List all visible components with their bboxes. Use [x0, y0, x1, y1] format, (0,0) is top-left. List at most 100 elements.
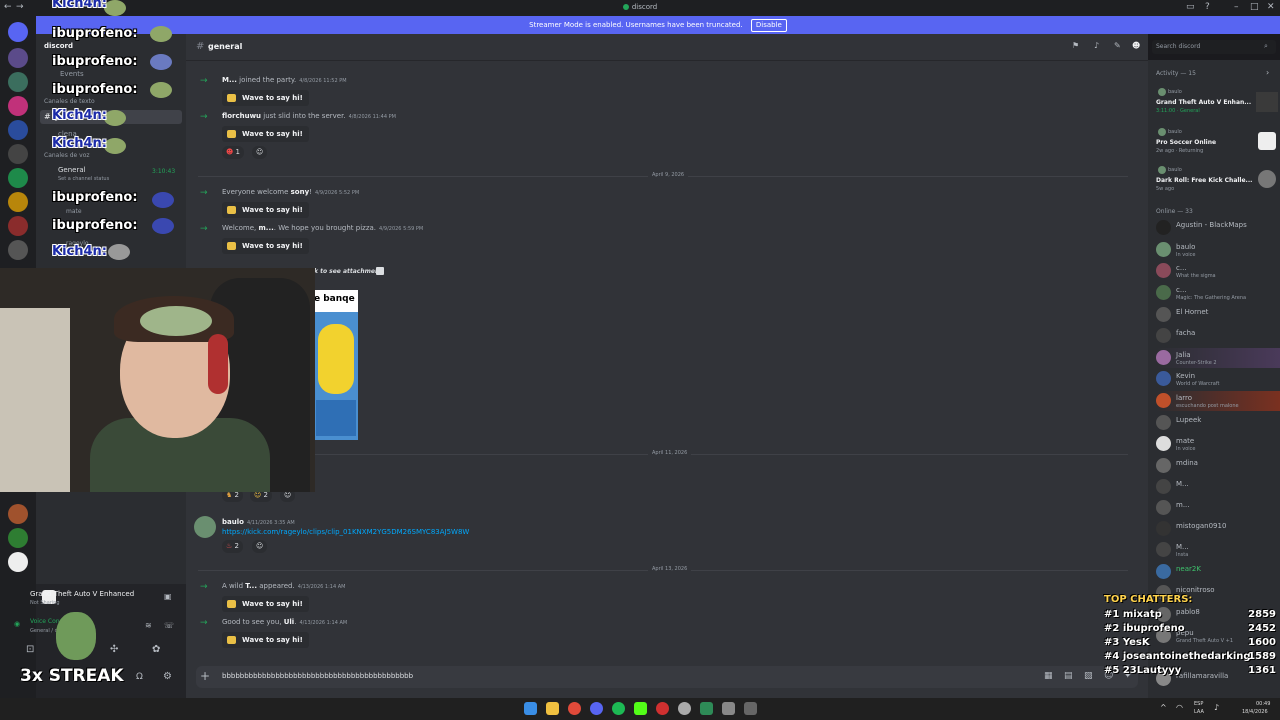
username[interactable]: T...	[245, 582, 257, 590]
camera-icon[interactable]: ⊡	[26, 644, 34, 655]
disconnect-icon[interactable]: ☏	[164, 621, 174, 630]
server-icon[interactable]	[8, 216, 28, 236]
activity-card[interactable]: baulo Grand Theft Auto V Enhan... 3:11:0…	[1156, 88, 1278, 122]
input-text[interactable]: bbbbbbbbbbbbbbbbbbbbbbbbbbbbbbbbbbbbbbbb…	[222, 672, 413, 680]
search-icon[interactable]: ⌕	[1264, 42, 1268, 51]
activities-icon[interactable]: ✣	[110, 644, 118, 655]
headphones-icon[interactable]: Ω	[136, 672, 143, 682]
search-input[interactable]: Search discord ⌕	[1152, 40, 1276, 54]
back-icon[interactable]: ←	[4, 2, 12, 12]
app-icon[interactable]	[678, 702, 691, 715]
sticker-icon[interactable]: ▧	[1084, 671, 1093, 681]
volume-icon[interactable]: ♪	[1214, 703, 1219, 712]
server-icon[interactable]	[8, 168, 28, 188]
chevron-up-icon[interactable]: ^	[1160, 703, 1167, 712]
close-icon[interactable]: ✕	[1267, 2, 1275, 12]
username[interactable]: m...	[258, 224, 273, 232]
member-row[interactable]: Agustin - BlackMaps	[1156, 218, 1280, 238]
wave-button[interactable]: Wave to say hi!	[222, 596, 309, 612]
member-list-icon[interactable]: ☻	[1132, 41, 1140, 50]
calculator-icon[interactable]	[722, 702, 735, 715]
server-icon[interactable]	[8, 72, 28, 92]
inbox-icon[interactable]: ▭	[1186, 2, 1195, 12]
spotify-icon[interactable]	[612, 702, 625, 715]
voice-channel-general[interactable]: General	[58, 166, 86, 174]
member-row[interactable]: Lupeek	[1156, 413, 1280, 433]
chrome-icon[interactable]	[568, 702, 581, 715]
obs-icon[interactable]	[656, 702, 669, 715]
maximize-icon[interactable]: □	[1250, 2, 1259, 12]
server-icon[interactable]	[8, 144, 28, 164]
disable-streamer-mode-button[interactable]: Disable	[750, 19, 787, 32]
wave-button[interactable]: Wave to say hi!	[222, 202, 309, 218]
file-explorer-icon[interactable]	[546, 702, 559, 715]
server-icon[interactable]	[8, 192, 28, 212]
member-row[interactable]: M...	[1156, 477, 1280, 497]
settings-gear-icon[interactable]: ⚙	[163, 671, 172, 682]
wave-button[interactable]: Wave to say hi!	[222, 126, 309, 142]
voice-user[interactable]: mate	[66, 208, 82, 215]
member-row[interactable]: Jalia Counter-Strike 2	[1156, 348, 1280, 368]
clock-time[interactable]: 00:49	[1256, 701, 1270, 707]
xbox-icon[interactable]	[700, 702, 713, 715]
member-row[interactable]: facha	[1156, 326, 1280, 346]
message-input[interactable]: + bbbbbbbbbbbbbbbbbbbbbbbbbbbbbbbbbbbbbb…	[196, 666, 1138, 688]
signal-icon[interactable]: ◉	[14, 620, 20, 628]
clip-link[interactable]: https://kick.com/rageylo/clips/clip_01KN…	[222, 528, 469, 536]
username[interactable]: M...	[222, 76, 237, 84]
wave-button[interactable]: Wave to say hi!	[222, 238, 309, 254]
username[interactable]: florchuwu	[222, 112, 261, 120]
language-indicator[interactable]: ESP	[1194, 701, 1203, 707]
pin-icon[interactable]: ✎	[1114, 41, 1121, 50]
server-name[interactable]: discord	[44, 42, 73, 50]
member-row[interactable]: m...	[1156, 498, 1280, 518]
activity-card[interactable]: baulo Dark Roll: Free Kick Challe... 5w …	[1156, 166, 1278, 198]
server-icon[interactable]	[8, 240, 28, 260]
wave-button[interactable]: Wave to say hi!	[222, 632, 309, 648]
server-icon[interactable]	[8, 120, 28, 140]
chevron-right-icon[interactable]: ›	[1266, 68, 1269, 77]
member-row[interactable]: mistogan0910	[1156, 519, 1280, 539]
wave-button[interactable]: Wave to say hi!	[222, 90, 309, 106]
server-icon[interactable]	[8, 528, 28, 548]
member-row[interactable]: c... What the sigma	[1156, 261, 1280, 281]
server-icon[interactable]	[8, 48, 28, 68]
kick-icon[interactable]	[634, 702, 647, 715]
member-row[interactable]: baulo In voice	[1156, 240, 1280, 260]
reaction[interactable]: ☻ 1	[222, 146, 245, 159]
member-row[interactable]: larro escuchando post malone	[1156, 391, 1280, 411]
image-attachment[interactable]: e banqe	[314, 290, 358, 440]
discord-icon[interactable]	[590, 702, 603, 715]
attachment-hint[interactable]: k to see attachment	[314, 268, 382, 275]
text-channels-header[interactable]: Canales de texto	[44, 98, 95, 105]
member-row[interactable]: c... Magic: The Gathering Arena	[1156, 283, 1280, 303]
forward-icon[interactable]: →	[16, 2, 24, 12]
home-icon[interactable]	[8, 22, 28, 42]
notification-bell-icon[interactable]: ♪	[1094, 41, 1099, 50]
add-reaction-icon[interactable]: ☺	[252, 146, 268, 159]
member-row[interactable]: mate In voice	[1156, 434, 1280, 454]
screen-share-icon[interactable]: ▣	[164, 592, 172, 601]
start-icon[interactable]	[524, 702, 537, 715]
member-row[interactable]: Kevin World of Warcraft	[1156, 369, 1280, 389]
threads-icon[interactable]: ⚑	[1072, 41, 1079, 50]
server-icon[interactable]	[8, 96, 28, 116]
member-row[interactable]: M... Insta	[1156, 540, 1280, 560]
username[interactable]: baulo	[222, 518, 244, 526]
gift-icon[interactable]: ▦	[1044, 671, 1053, 681]
app-icon[interactable]	[744, 702, 757, 715]
events-item[interactable]: Events	[60, 70, 84, 78]
avatar[interactable]	[194, 516, 216, 538]
member-row[interactable]: El Hornet	[1156, 305, 1280, 325]
reaction[interactable]: ♨ 2	[222, 540, 243, 553]
member-row[interactable]: mdina	[1156, 456, 1280, 476]
minimize-icon[interactable]: –	[1234, 2, 1239, 12]
noise-suppression-icon[interactable]: ≋	[145, 621, 152, 630]
activity-card[interactable]: baulo Pro Soccer Online 2w ago · Returni…	[1156, 128, 1278, 160]
add-attachment-icon[interactable]: +	[200, 669, 210, 683]
voice-channels-header[interactable]: Canales de voz	[44, 152, 90, 159]
soundboard-icon[interactable]: ✿	[152, 644, 160, 655]
member-row[interactable]: near2K	[1156, 562, 1280, 582]
server-icon[interactable]	[8, 552, 28, 572]
wifi-icon[interactable]: ◠	[1176, 703, 1183, 712]
